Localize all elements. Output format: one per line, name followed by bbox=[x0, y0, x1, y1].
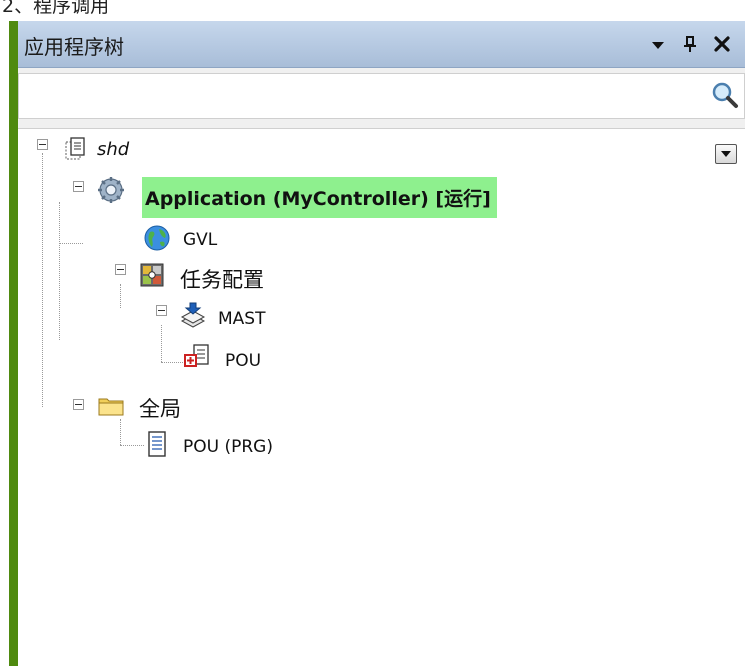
collapse-toggle[interactable] bbox=[115, 264, 126, 275]
application-tree-panel: 应用程序树 shd Application (MyController) [运行… bbox=[18, 21, 745, 667]
tree-node-label: 任务配置 bbox=[180, 268, 264, 292]
chevron-down-icon bbox=[652, 42, 664, 49]
tree-options-dropdown[interactable] bbox=[715, 144, 737, 164]
tree-node-label: POU bbox=[225, 351, 262, 371]
tree-connector bbox=[120, 445, 144, 446]
page-caption: 2、程序调用 bbox=[2, 0, 110, 17]
tree-node-label: GVL bbox=[183, 230, 218, 250]
search-bar bbox=[18, 68, 745, 129]
tree-node-label: MAST bbox=[218, 309, 266, 329]
project-icon bbox=[60, 135, 90, 165]
document-icon bbox=[142, 430, 172, 460]
tree-connector bbox=[161, 362, 183, 363]
task-config-icon bbox=[137, 260, 167, 290]
globe-icon bbox=[142, 223, 172, 253]
collapse-toggle[interactable] bbox=[73, 399, 84, 410]
panel-close-button[interactable] bbox=[710, 31, 734, 57]
pou-call-icon bbox=[182, 342, 212, 372]
search-icon[interactable] bbox=[710, 79, 740, 111]
panel-title: 应用程序树 bbox=[24, 35, 124, 59]
left-accent-bar bbox=[9, 21, 18, 666]
tree-connector bbox=[42, 153, 43, 407]
tree-node-label: POU (PRG) bbox=[183, 437, 273, 457]
tree-node-label-running: Application (MyController) [运行] bbox=[142, 177, 497, 218]
tree-connector bbox=[161, 325, 162, 362]
tree-connector bbox=[120, 419, 121, 445]
panel-pin-button[interactable] bbox=[678, 31, 702, 57]
collapse-toggle[interactable] bbox=[37, 139, 48, 150]
task-icon bbox=[178, 301, 208, 331]
tree-connector bbox=[59, 243, 83, 244]
close-icon bbox=[714, 36, 730, 52]
gear-icon bbox=[96, 175, 126, 205]
collapse-toggle[interactable] bbox=[156, 305, 167, 316]
collapse-toggle[interactable] bbox=[73, 181, 84, 192]
folder-icon bbox=[96, 391, 126, 421]
panel-menu-button[interactable] bbox=[646, 31, 670, 57]
tree-connector bbox=[59, 202, 60, 340]
tree-node-label: 全局 bbox=[139, 397, 181, 421]
tree-connector bbox=[120, 284, 121, 308]
tree-node-label: shd bbox=[97, 139, 130, 160]
search-input[interactable] bbox=[18, 73, 745, 119]
project-tree: shd Application (MyController) [运行] GVL … bbox=[18, 128, 745, 667]
pin-icon bbox=[684, 36, 696, 52]
panel-title-bar: 应用程序树 bbox=[18, 21, 745, 68]
